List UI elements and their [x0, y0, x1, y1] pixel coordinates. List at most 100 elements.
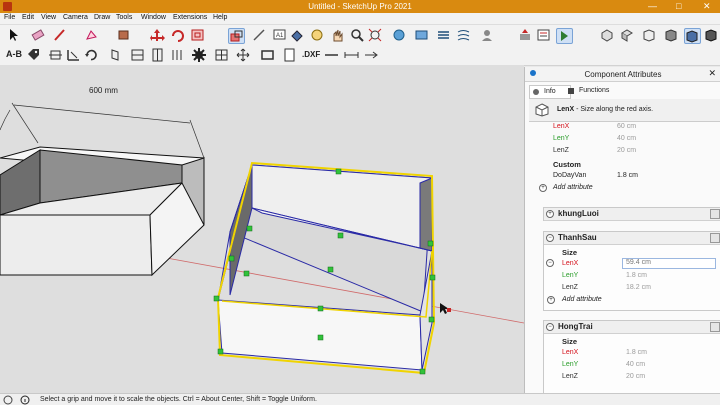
panel-left-icon[interactable]	[108, 48, 123, 62]
attr-value[interactable]: 20 cm	[626, 373, 645, 380]
title-bar: Untitled - SketchUp Pro 2021 — □ ✕	[0, 0, 720, 13]
tape-measure-icon[interactable]	[252, 28, 267, 42]
select-tool-icon[interactable]	[6, 28, 21, 42]
tag-tool-icon[interactable]	[26, 48, 41, 62]
extension-warehouse-icon[interactable]	[414, 28, 429, 42]
pan-tool-icon[interactable]	[330, 28, 345, 42]
section-khungluoi[interactable]: khungLuoi	[543, 207, 720, 221]
monochrome-view-icon[interactable]	[704, 28, 719, 42]
panel-title: Component Attributes	[584, 70, 662, 79]
iso-view-icon[interactable]	[600, 28, 615, 42]
attr-value[interactable]: 40 cm	[617, 135, 636, 142]
attr-value[interactable]: 20 cm	[617, 147, 636, 154]
textured-view-icon[interactable]	[684, 28, 701, 44]
functions-icon	[568, 88, 574, 94]
add-attribute-link[interactable]: Add attribute	[562, 296, 602, 303]
panel-header[interactable]: Component Attributes ✕	[525, 67, 720, 82]
scenes-icon[interactable]	[556, 28, 573, 44]
section-menu-icon[interactable]	[710, 233, 720, 243]
minimize-icon[interactable]: —	[648, 1, 657, 11]
attr-value[interactable]: 1.8 cm	[626, 349, 647, 356]
model-viewport[interactable]: 600 mm	[0, 65, 524, 393]
menu-draw[interactable]: Draw	[94, 14, 110, 21]
attr-value[interactable]: 1.8 cm	[626, 272, 647, 279]
top-view-icon[interactable]	[620, 28, 635, 42]
box-selected	[217, 161, 436, 375]
zoom-extents-icon[interactable]	[368, 28, 383, 42]
eraser-tool-icon[interactable]	[30, 28, 45, 42]
scene-drawing[interactable]	[0, 65, 524, 393]
attr-label: DoDayVan	[553, 172, 587, 179]
scale-tool-icon[interactable]	[228, 28, 245, 44]
close-icon[interactable]: ✕	[703, 1, 711, 11]
menu-tools[interactable]: Tools	[116, 14, 132, 21]
menu-file[interactable]: File	[4, 14, 15, 21]
rectangle-outline-icon[interactable]	[260, 48, 275, 62]
line-icon[interactable]	[324, 48, 339, 62]
shelf-icon[interactable]	[170, 48, 185, 62]
move-tool-icon[interactable]	[150, 28, 165, 42]
layout-icon[interactable]	[436, 28, 451, 42]
array-tool-icon[interactable]	[66, 48, 81, 62]
offset-tool-icon[interactable]	[190, 28, 205, 42]
front-view-icon[interactable]	[642, 28, 657, 42]
attr-label: LenX	[562, 349, 579, 356]
add-attribute-icon[interactable]: +	[547, 296, 555, 304]
lenx-input[interactable]: 59.4 cm	[622, 258, 716, 269]
add-attribute-link[interactable]: Add attribute	[553, 184, 593, 191]
status-bar: Select a grip and move it to scale the o…	[0, 393, 720, 405]
cabinet-icon[interactable]	[130, 48, 145, 62]
shaded-view-icon[interactable]	[664, 28, 679, 42]
menu-window[interactable]: Window	[141, 14, 166, 21]
door-icon[interactable]	[150, 48, 165, 62]
rotate-tool-icon[interactable]	[170, 28, 185, 42]
collapse-icon[interactable]: −	[546, 234, 554, 242]
expand-icon[interactable]: +	[546, 210, 554, 218]
menu-help[interactable]: Help	[213, 14, 227, 21]
page-icon[interactable]	[282, 48, 297, 62]
gear-icon[interactable]	[192, 48, 207, 62]
ab-tool-label[interactable]: A-B	[6, 49, 22, 59]
attr-value[interactable]: 1.8 cm	[617, 172, 638, 179]
push-pull-icon[interactable]	[518, 28, 533, 42]
menu-extensions[interactable]: Extensions	[173, 14, 207, 21]
text-tool-icon[interactable]: A1	[272, 28, 287, 42]
user-account-icon[interactable]	[480, 28, 495, 42]
orbit-tool-icon[interactable]	[310, 28, 325, 42]
refresh-tool-icon[interactable]	[84, 48, 99, 62]
attr-value[interactable]: 40 cm	[626, 361, 645, 368]
arrow-right-icon[interactable]	[364, 48, 379, 62]
move-axes-icon[interactable]	[236, 48, 251, 62]
rectangle-tool-icon[interactable]	[116, 28, 131, 42]
stretch-tool-icon[interactable]	[48, 48, 63, 62]
attr-label: LenX	[562, 260, 579, 267]
dimension-icon[interactable]	[344, 48, 359, 62]
section-menu-icon[interactable]	[710, 209, 720, 219]
toolbar-main: A1	[0, 25, 720, 45]
section-title: ThanhSau	[558, 233, 597, 242]
section-title: khungLuoi	[558, 209, 599, 218]
grid-icon[interactable]	[214, 48, 229, 62]
tab-functions[interactable]: Functions	[565, 85, 619, 97]
paint-bucket-icon[interactable]	[290, 28, 305, 42]
panel-tabs: Info Functions	[525, 85, 720, 99]
section-menu-icon[interactable]	[710, 322, 720, 332]
menu-view[interactable]: View	[41, 14, 56, 21]
collapse-icon[interactable]: −	[546, 259, 554, 267]
collapse-icon[interactable]: −	[546, 323, 554, 331]
attr-label: LenX	[553, 123, 570, 130]
zoom-tool-icon[interactable]	[350, 28, 365, 42]
dxf-export-label[interactable]: .DXF	[302, 50, 320, 59]
maximize-icon[interactable]: □	[676, 1, 681, 11]
attr-value[interactable]: 60 cm	[617, 123, 636, 130]
panel-close-icon[interactable]: ✕	[708, 68, 716, 79]
line-tool-icon[interactable]	[52, 28, 67, 42]
attr-value[interactable]: 18.2 cm	[626, 284, 651, 291]
3d-warehouse-icon[interactable]	[392, 28, 407, 42]
add-attribute-icon[interactable]: +	[539, 184, 547, 192]
shape-tool-icon[interactable]	[84, 28, 99, 42]
menu-camera[interactable]: Camera	[63, 14, 88, 21]
menu-edit[interactable]: Edit	[22, 14, 34, 21]
outliner-icon[interactable]	[536, 28, 551, 42]
style-builder-icon[interactable]	[456, 28, 471, 42]
